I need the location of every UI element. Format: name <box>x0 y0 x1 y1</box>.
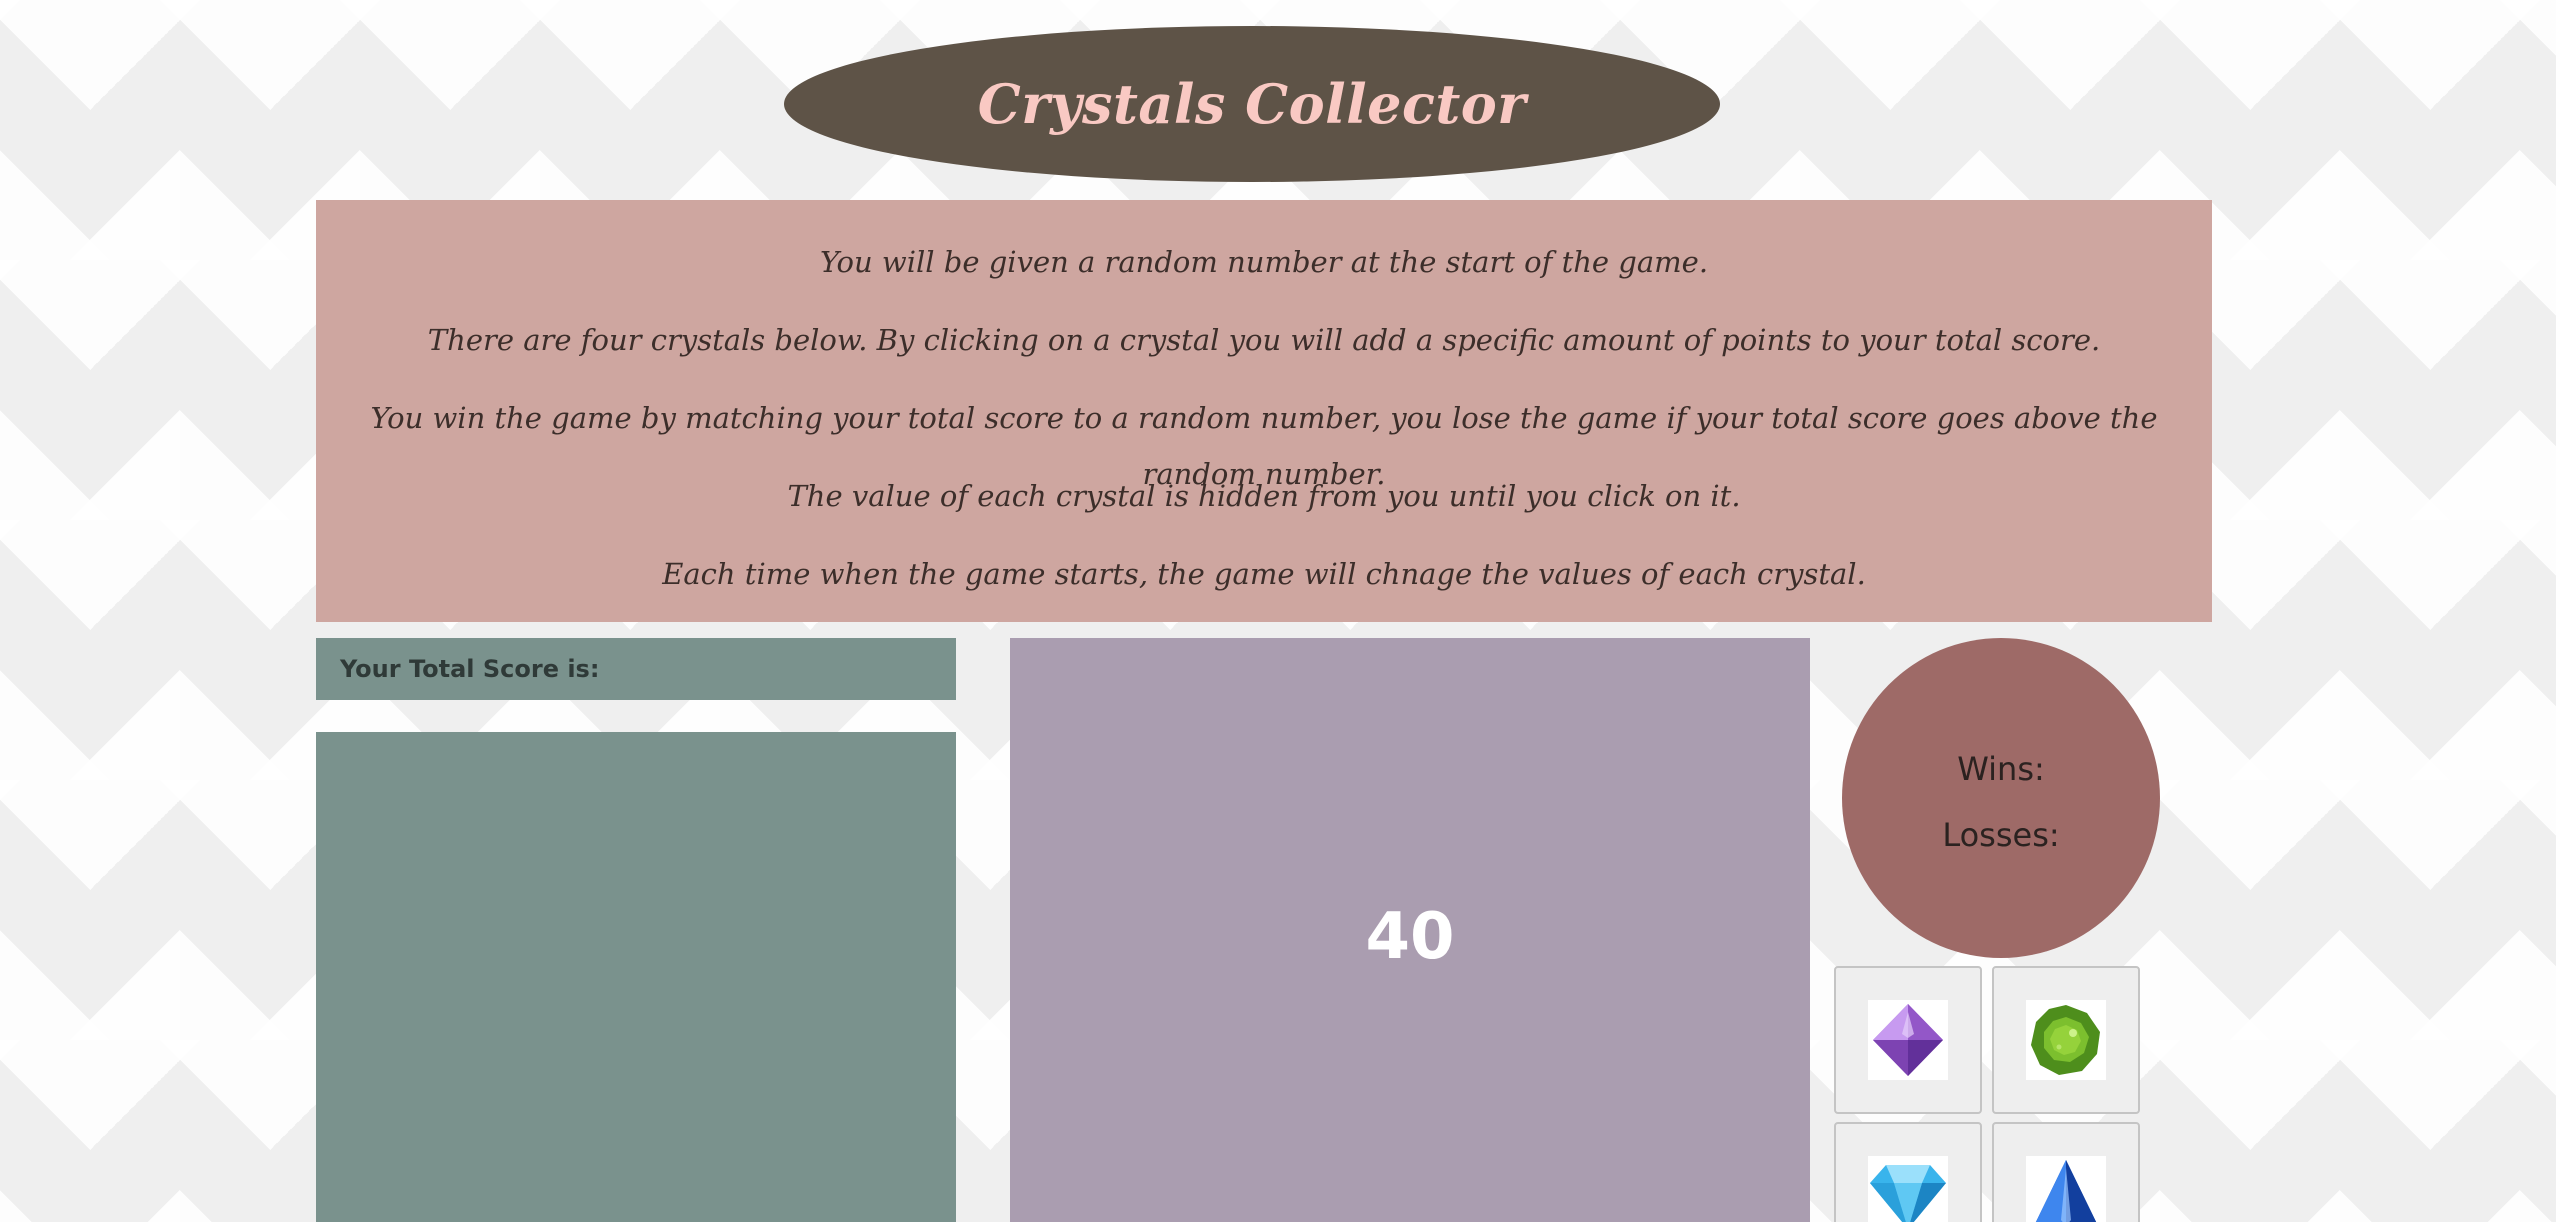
crystal-tile <box>1868 1000 1948 1080</box>
crystal-button-purple[interactable] <box>1834 966 1982 1114</box>
instruction-line: The value of each crystal is hidden from… <box>787 479 1741 513</box>
purple-octahedron-crystal-icon <box>1873 1004 1943 1076</box>
crystal-tile <box>2026 1000 2106 1080</box>
wins-label: Wins: <box>1957 750 2045 788</box>
page-title: Crystals Collector <box>977 72 1527 136</box>
total-score-label: Your Total Score is: <box>316 638 956 700</box>
title-banner: Crystals Collector <box>784 26 1720 182</box>
crystal-button-green[interactable] <box>1992 966 2140 1114</box>
total-score-panel <box>316 732 956 1222</box>
losses-label: Losses: <box>1942 816 2060 854</box>
crystal-button-blue-pyramid[interactable] <box>1992 1122 2140 1222</box>
instructions-panel: You will be given a random number at the… <box>316 200 2212 622</box>
random-number: 40 <box>1365 900 1455 974</box>
wins-losses-circle: Wins: Losses: <box>1842 638 2160 958</box>
blue-diamond-gem-icon <box>1870 1165 1946 1222</box>
instruction-line: You will be given a random number at the… <box>819 245 1709 279</box>
green-round-gem-icon <box>2031 1005 2100 1075</box>
crystal-tile <box>1868 1156 1948 1222</box>
instruction-line: You win the game by matching your total … <box>370 401 2158 491</box>
crystal-button-blue-diamond[interactable] <box>1834 1122 1982 1222</box>
blue-pyramid-crystal-icon <box>2035 1160 2097 1222</box>
crystal-tile <box>2026 1156 2106 1222</box>
random-number-panel: 40 <box>1010 638 1810 1222</box>
instruction-line: There are four crystals below. By clicki… <box>427 323 2101 357</box>
instruction-line: Each time when the game starts, the game… <box>662 557 1866 591</box>
